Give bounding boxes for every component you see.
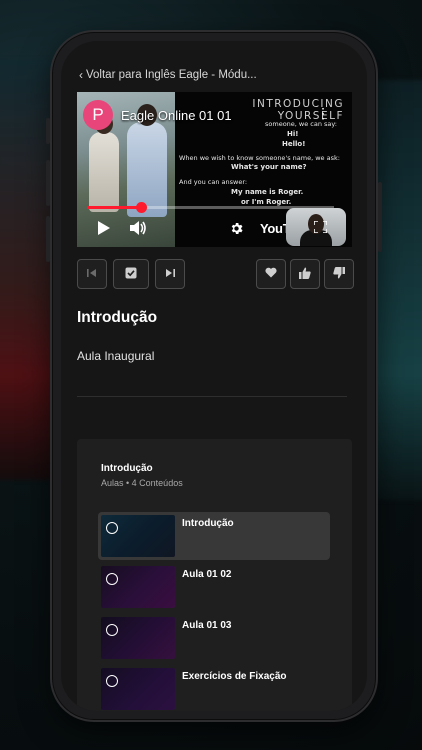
lesson-item[interactable]: Exercícios de Fixação xyxy=(98,665,330,711)
phone-side-button xyxy=(46,118,50,144)
heart-icon xyxy=(265,267,277,281)
lesson-section-title: Introdução xyxy=(77,309,158,326)
circle-check-icon[interactable] xyxy=(106,675,118,687)
slide-line: someone, we can say: xyxy=(265,120,337,128)
more-vert-icon[interactable]: ⋮ xyxy=(316,106,330,120)
app-screen: ‹ Voltar para Inglês Eagle - Módu... INT… xyxy=(61,41,367,711)
slide-line: My name is Roger. xyxy=(231,188,304,196)
lesson-item-label: Exercícios de Fixação xyxy=(182,671,287,682)
scene-person xyxy=(89,132,119,212)
slide-line: What's your name? xyxy=(231,163,307,171)
video-player[interactable]: INTRODUCING YOURSELF someone, we can say… xyxy=(77,92,352,247)
skip-previous-icon xyxy=(87,268,97,281)
circle-check-icon[interactable] xyxy=(106,522,118,534)
lesson-item[interactable]: Aula 01 02 xyxy=(98,563,330,611)
module-title: Introdução xyxy=(101,463,153,474)
module-subtitle: Aulas • 4 Conteúdos xyxy=(101,478,183,488)
divider xyxy=(77,396,347,397)
lesson-item[interactable]: Introdução xyxy=(98,512,330,560)
circle-check-icon[interactable] xyxy=(106,624,118,636)
slide-line: When we wish to know someone's name, we … xyxy=(179,154,340,162)
module-card: Introdução Aulas • 4 Conteúdos Introduçã… xyxy=(77,439,352,711)
settings-gear-icon[interactable] xyxy=(229,221,244,238)
back-label: Voltar para Inglês Eagle - Módu... xyxy=(86,69,257,81)
previous-lesson-button[interactable] xyxy=(77,259,107,289)
fullscreen-icon[interactable] xyxy=(313,220,328,234)
chevron-left-icon: ‹ xyxy=(79,68,83,82)
thumbs-down-icon xyxy=(333,266,345,282)
lesson-item-label: Aula 01 03 xyxy=(182,620,232,631)
mark-complete-button[interactable] xyxy=(113,259,149,289)
like-button[interactable] xyxy=(290,259,320,289)
play-icon[interactable] xyxy=(97,221,110,237)
dislike-button[interactable] xyxy=(324,259,354,289)
phone-volume-up xyxy=(46,160,50,206)
skip-next-icon xyxy=(165,268,175,281)
lesson-item[interactable]: Aula 01 03 xyxy=(98,614,330,662)
circle-check-icon[interactable] xyxy=(106,573,118,585)
phone-volume-down xyxy=(46,216,50,262)
check-box-icon xyxy=(125,267,137,282)
back-link[interactable]: ‹ Voltar para Inglês Eagle - Módu... xyxy=(79,68,269,82)
phone-power-button xyxy=(378,182,382,252)
lesson-item-label: Introdução xyxy=(182,518,234,529)
video-progress-fill xyxy=(87,206,142,209)
lesson-title: Aula Inaugural xyxy=(77,349,155,363)
channel-avatar[interactable]: P xyxy=(83,100,113,130)
slide-line: Hello! xyxy=(282,140,306,148)
presenter-pip xyxy=(286,208,346,246)
slide-line: or I'm Roger. xyxy=(241,198,292,206)
slide-line: Hi! xyxy=(287,130,299,138)
favorite-button[interactable] xyxy=(256,259,286,289)
lesson-item-label: Aula 01 02 xyxy=(182,569,232,580)
next-lesson-button[interactable] xyxy=(155,259,185,289)
scene-person xyxy=(127,122,167,217)
thumbs-up-icon xyxy=(299,267,311,282)
video-title[interactable]: Eagle Online 01 01 xyxy=(121,108,232,123)
volume-icon[interactable] xyxy=(129,220,147,238)
phone-frame: ‹ Voltar para Inglês Eagle - Módu... INT… xyxy=(46,30,382,722)
slide-line: And you can answer: xyxy=(179,178,248,186)
